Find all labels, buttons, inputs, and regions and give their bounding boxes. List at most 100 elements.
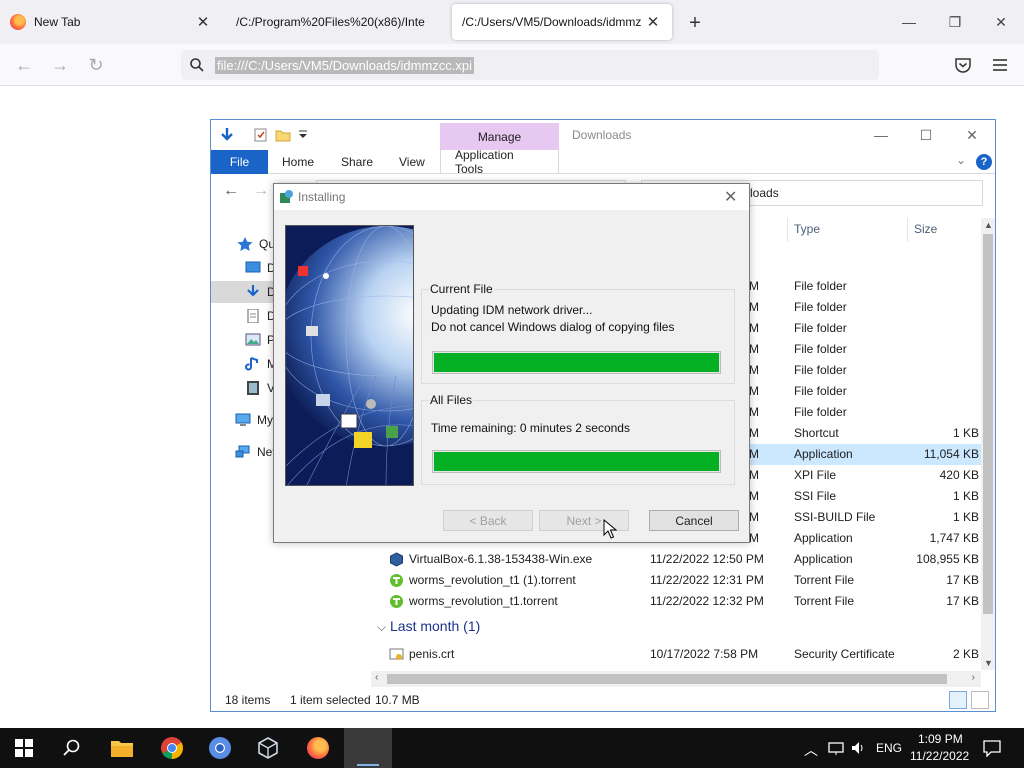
current-file-group: Current File Updating IDM network driver… xyxy=(421,282,735,384)
row-type: XPI File xyxy=(794,468,837,482)
vertical-scrollbar[interactable]: ▲ ▼ xyxy=(981,218,995,670)
column-separator[interactable] xyxy=(787,218,788,242)
taskbar-chrome[interactable] xyxy=(148,728,196,768)
row-size: 1 KB xyxy=(952,510,979,524)
network-status-icon[interactable] xyxy=(828,740,844,756)
language-indicator[interactable]: ENG xyxy=(876,741,902,755)
clock-time[interactable]: 1:09 PM xyxy=(918,732,963,746)
share-tab[interactable]: Share xyxy=(341,150,373,174)
table-row[interactable]: worms_revolution_t1.torrent 11/22/2022 1… xyxy=(371,591,981,612)
minimize-icon[interactable]: — xyxy=(894,10,924,34)
manage-tab[interactable]: Manage xyxy=(440,123,559,150)
close-icon[interactable]: ✕ xyxy=(986,10,1016,34)
installer-icon xyxy=(357,764,379,766)
pictures-icon xyxy=(245,333,261,346)
scrollbar-thumb[interactable] xyxy=(983,234,993,614)
file-tab[interactable]: File xyxy=(211,150,268,174)
properties-icon[interactable] xyxy=(253,127,269,143)
file-date: 11/22/2022 12:50 PM xyxy=(650,552,764,566)
download-arrow-icon xyxy=(221,128,233,141)
search-icon xyxy=(63,739,80,756)
view-tab[interactable]: View xyxy=(399,150,425,174)
item-count: 18 items xyxy=(225,693,271,707)
table-row[interactable]: worms_revolution_t1 (1).torrent 11/22/20… xyxy=(371,570,981,591)
table-row[interactable]: penis.crt 10/17/2022 7:58 PM Security Ce… xyxy=(371,644,981,665)
url-bar[interactable]: file:///C:/Users/VM5/Downloads/idmmzcc.x… xyxy=(181,50,879,80)
column-header-type[interactable]: Type xyxy=(794,222,820,236)
forward-icon[interactable]: → xyxy=(253,182,269,200)
scroll-right-icon[interactable]: › xyxy=(972,672,975,683)
start-icon xyxy=(15,739,33,757)
row-date-fragment: M xyxy=(749,300,759,314)
taskbar-installer[interactable] xyxy=(344,728,392,768)
minimize-icon[interactable]: — xyxy=(861,124,901,146)
pocket-icon[interactable] xyxy=(954,56,972,74)
reload-icon[interactable]: ↻ xyxy=(84,53,108,77)
menu-icon[interactable] xyxy=(990,56,1010,74)
column-separator[interactable] xyxy=(907,218,908,242)
row-type: File folder xyxy=(794,279,847,293)
start-button[interactable] xyxy=(0,728,48,768)
taskbar-chromium[interactable] xyxy=(196,728,244,768)
notifications-icon[interactable] xyxy=(983,739,1001,757)
help-icon[interactable]: ? xyxy=(976,154,992,170)
tab-program-files[interactable]: /C:/Program%20Files%20(x86)/Inte xyxy=(226,4,448,40)
details-view-icon[interactable] xyxy=(949,691,967,709)
new-tab-icon[interactable]: + xyxy=(684,12,706,34)
clock-date[interactable]: 11/22/2022 xyxy=(910,749,969,763)
chevron-up-icon[interactable]: ︿ xyxy=(804,740,818,760)
all-files-progress-bar xyxy=(432,450,721,473)
taskbar-virtualbox[interactable] xyxy=(244,728,292,768)
taskbar-file-explorer[interactable] xyxy=(98,728,146,768)
scroll-left-icon[interactable]: ‹ xyxy=(375,672,378,683)
cancel-button[interactable]: Cancel xyxy=(649,510,739,531)
tab-new-tab[interactable]: New Tab ✕ xyxy=(0,4,222,40)
row-size: 17 KB xyxy=(946,594,979,608)
row-type: File folder xyxy=(794,300,847,314)
maximize-icon[interactable]: ☐ xyxy=(906,124,946,146)
taskbar-search-button[interactable] xyxy=(48,728,96,768)
current-file-progress-bar xyxy=(432,351,721,374)
dialog-titlebar: Installing ✕ xyxy=(274,184,749,210)
back-icon[interactable]: ← xyxy=(12,53,36,77)
close-icon[interactable]: ✕ xyxy=(724,187,737,207)
large-icons-view-icon[interactable] xyxy=(971,691,989,709)
chevron-down-icon[interactable]: ⌄ xyxy=(956,153,966,167)
group-header-last-month[interactable]: ⌵ Last month (1) xyxy=(377,618,480,635)
tab-downloads[interactable]: /C:/Users/VM5/Downloads/idmmz ✕ xyxy=(452,4,672,40)
scroll-up-icon[interactable]: ▲ xyxy=(984,220,993,230)
scrollbar-thumb[interactable] xyxy=(387,674,947,684)
scroll-down-icon[interactable]: ▼ xyxy=(984,658,993,668)
restore-icon[interactable]: ❐ xyxy=(940,10,970,34)
back-button[interactable]: < Back xyxy=(443,510,533,531)
close-tab-icon[interactable]: ✕ xyxy=(194,13,212,31)
row-size: 11,054 KB xyxy=(923,447,979,461)
desktop-icon xyxy=(245,261,261,273)
application-tools-tab[interactable]: Application Tools xyxy=(440,148,559,176)
taskbar: ︿ ENG 1:09 PM 11/22/2022 xyxy=(0,728,1024,768)
row-date-fragment: M xyxy=(749,342,759,356)
row-type: SSI-BUILD File xyxy=(794,510,876,524)
new-folder-icon[interactable] xyxy=(275,127,291,143)
horizontal-scrollbar[interactable]: ‹ › xyxy=(371,671,981,687)
row-date-fragment: M xyxy=(749,279,759,293)
row-size: 1 KB xyxy=(952,489,979,503)
customize-toolbar-icon[interactable] xyxy=(295,127,311,143)
back-icon[interactable]: ← xyxy=(223,182,239,200)
row-date-fragment: M xyxy=(749,447,759,461)
browser-tabstrip: New Tab ✕ /C:/Program%20Files%20(x86)/In… xyxy=(0,0,1024,44)
column-header-size[interactable]: Size xyxy=(914,222,937,236)
row-date-fragment: M xyxy=(749,489,759,503)
taskbar-firefox[interactable] xyxy=(294,728,342,768)
volume-icon[interactable] xyxy=(850,740,866,756)
close-tab-icon[interactable]: ✕ xyxy=(644,13,662,31)
home-tab[interactable]: Home xyxy=(282,150,314,174)
close-icon[interactable]: ✕ xyxy=(952,124,992,146)
table-row[interactable]: VirtualBox-6.1.38-153438-Win.exe 11/22/2… xyxy=(371,549,981,570)
firefox-icon xyxy=(307,737,329,759)
chevron-down-icon: ⌵ xyxy=(377,620,387,634)
row-size: 17 KB xyxy=(946,573,979,587)
tab-title: /C:/Program%20Files%20(x86)/Inte xyxy=(236,15,425,29)
forward-icon[interactable]: → xyxy=(48,53,72,77)
url-text[interactable]: file:///C:/Users/VM5/Downloads/idmmzcc.x… xyxy=(215,56,475,74)
